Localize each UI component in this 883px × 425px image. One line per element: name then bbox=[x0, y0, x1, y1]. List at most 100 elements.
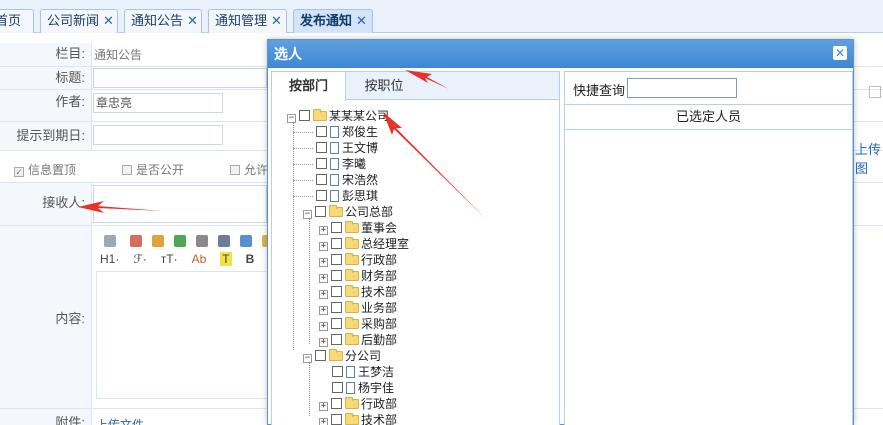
source-icon[interactable] bbox=[104, 235, 116, 247]
text-color-button[interactable]: Ab bbox=[192, 252, 207, 266]
font-size-button[interactable]: тT· bbox=[161, 252, 178, 266]
tree-node-dept[interactable]: + 财务部 bbox=[319, 268, 397, 284]
upload-file-link[interactable]: 上传文件 bbox=[96, 416, 144, 425]
collapse-icon[interactable]: − bbox=[287, 114, 296, 123]
tree-connector bbox=[293, 164, 313, 165]
copy-icon[interactable] bbox=[240, 235, 252, 247]
tree-node-person[interactable]: 郑俊生 bbox=[316, 124, 378, 140]
checkbox[interactable] bbox=[331, 302, 342, 313]
checkbox[interactable] bbox=[331, 414, 342, 425]
tab-by-position[interactable]: 按职位 bbox=[346, 72, 422, 100]
checkbox-icon bbox=[122, 165, 132, 175]
tree-node-dept[interactable]: + 行政部 bbox=[319, 252, 397, 268]
checkbox[interactable] bbox=[331, 254, 342, 265]
close-icon[interactable]: ✕ bbox=[187, 13, 198, 28]
tree-node-dept[interactable]: + 后勤部 bbox=[319, 332, 397, 348]
selected-people-header: 已选定人员 bbox=[565, 104, 852, 130]
due-date-input[interactable] bbox=[93, 125, 223, 145]
expand-icon[interactable]: + bbox=[319, 338, 328, 347]
checkbox[interactable] bbox=[316, 174, 327, 185]
checkbox[interactable] bbox=[316, 142, 327, 153]
checkbox[interactable] bbox=[331, 222, 342, 233]
tree-node-dept[interactable]: + 采购部 bbox=[319, 316, 397, 332]
expand-icon[interactable]: + bbox=[319, 418, 328, 425]
checkbox[interactable] bbox=[331, 398, 342, 409]
person-document-icon bbox=[330, 142, 339, 154]
upload-image-link[interactable]: 上传图 bbox=[855, 139, 883, 177]
checkbox[interactable] bbox=[316, 190, 327, 201]
checkbox[interactable] bbox=[331, 318, 342, 329]
checkbox[interactable] bbox=[315, 206, 326, 217]
expand-icon[interactable]: + bbox=[319, 290, 328, 299]
author-input[interactable]: 章忠亮 bbox=[93, 93, 223, 113]
checkbox[interactable] bbox=[331, 270, 342, 281]
quick-search-input[interactable] bbox=[627, 78, 737, 98]
tab-home[interactable]: 首页 bbox=[0, 9, 34, 33]
tree-node-dept[interactable]: + 业务部 bbox=[319, 300, 397, 316]
option-top[interactable]: ✓ 信息置顶 bbox=[14, 161, 76, 178]
print-icon[interactable] bbox=[196, 235, 208, 247]
checkbox[interactable] bbox=[299, 110, 310, 121]
expand-icon[interactable]: + bbox=[319, 322, 328, 331]
title-input[interactable] bbox=[93, 68, 267, 88]
tab-by-department[interactable]: 按部门 bbox=[272, 72, 346, 101]
tree-node-hq[interactable]: − 公司总部 bbox=[303, 204, 393, 220]
expand-icon[interactable]: + bbox=[319, 226, 328, 235]
collapse-icon[interactable]: − bbox=[303, 354, 312, 363]
tree-node-dept[interactable]: + 董事会 bbox=[319, 220, 397, 236]
tab-company-news[interactable]: 公司新闻 ✕ bbox=[40, 9, 118, 33]
heading-button[interactable]: H1· bbox=[100, 252, 119, 266]
tree-connector bbox=[293, 196, 313, 197]
checkbox[interactable] bbox=[331, 238, 342, 249]
recipient-input[interactable] bbox=[93, 185, 267, 223]
tab-bar: 首页 公司新闻 ✕ 通知公告 ✕ 通知管理 ✕ 发布通知 ✕ bbox=[0, 0, 883, 33]
tree-node-person[interactable]: 李曦 bbox=[316, 156, 366, 172]
expand-icon[interactable]: + bbox=[319, 274, 328, 283]
checkbox[interactable] bbox=[315, 350, 326, 361]
expand-icon[interactable]: + bbox=[319, 242, 328, 251]
tab-publish-notice[interactable]: 发布通知 ✕ bbox=[293, 9, 373, 33]
highlight-button[interactable]: T bbox=[220, 252, 232, 266]
cut-icon[interactable] bbox=[218, 235, 230, 247]
checkbox[interactable] bbox=[331, 286, 342, 297]
expand-icon[interactable]: + bbox=[319, 306, 328, 315]
close-icon[interactable]: ✕ bbox=[271, 13, 282, 28]
close-icon[interactable]: ✕ bbox=[833, 46, 847, 60]
undo-icon[interactable] bbox=[152, 235, 164, 247]
font-button[interactable]: ℱ· bbox=[133, 252, 146, 266]
tree-node-person[interactable]: 王文博 bbox=[316, 140, 378, 156]
tree-node-person[interactable]: 宋浩然 bbox=[316, 172, 378, 188]
preview-icon[interactable] bbox=[130, 235, 142, 247]
tree-node-person[interactable]: 杨宇佳 bbox=[332, 380, 394, 396]
checkbox[interactable] bbox=[332, 382, 343, 393]
tree-node-dept[interactable]: + 技术部 bbox=[319, 412, 397, 425]
tree-node-branch[interactable]: − 分公司 bbox=[303, 348, 381, 364]
tree-node-person[interactable]: 王梦洁 bbox=[332, 364, 394, 380]
checkbox[interactable] bbox=[332, 366, 343, 377]
collapse-icon[interactable]: − bbox=[303, 210, 312, 219]
tab-notices[interactable]: 通知公告 ✕ bbox=[124, 9, 202, 33]
bold-button[interactable]: B bbox=[246, 252, 255, 266]
folder-open-icon bbox=[329, 349, 343, 361]
expand-icon[interactable]: + bbox=[319, 402, 328, 411]
tree-node-dept[interactable]: + 总经理室 bbox=[319, 236, 409, 252]
expand-icon[interactable]: + bbox=[319, 258, 328, 267]
checkbox[interactable] bbox=[316, 126, 327, 137]
folder-icon bbox=[345, 317, 359, 329]
tree-node-root[interactable]: − 某某某公司 bbox=[287, 108, 389, 124]
option-allow[interactable]: 允许 bbox=[230, 161, 268, 178]
close-icon[interactable]: ✕ bbox=[103, 13, 114, 28]
checkbox[interactable] bbox=[316, 158, 327, 169]
column-value: 通知公告 bbox=[94, 48, 143, 62]
redo-icon[interactable] bbox=[174, 235, 186, 247]
content-editor[interactable] bbox=[96, 271, 276, 399]
folder-icon bbox=[345, 413, 359, 425]
tab-notice-management[interactable]: 通知管理 ✕ bbox=[208, 9, 287, 33]
tree-node-person[interactable]: 彭思琪 bbox=[316, 188, 378, 204]
tree-connector bbox=[293, 116, 294, 350]
tree-node-dept[interactable]: + 技术部 bbox=[319, 284, 397, 300]
option-public[interactable]: 是否公开 bbox=[122, 161, 184, 178]
checkbox[interactable] bbox=[331, 334, 342, 345]
tree-node-dept[interactable]: + 行政部 bbox=[319, 396, 397, 412]
close-icon[interactable]: ✕ bbox=[356, 13, 367, 28]
